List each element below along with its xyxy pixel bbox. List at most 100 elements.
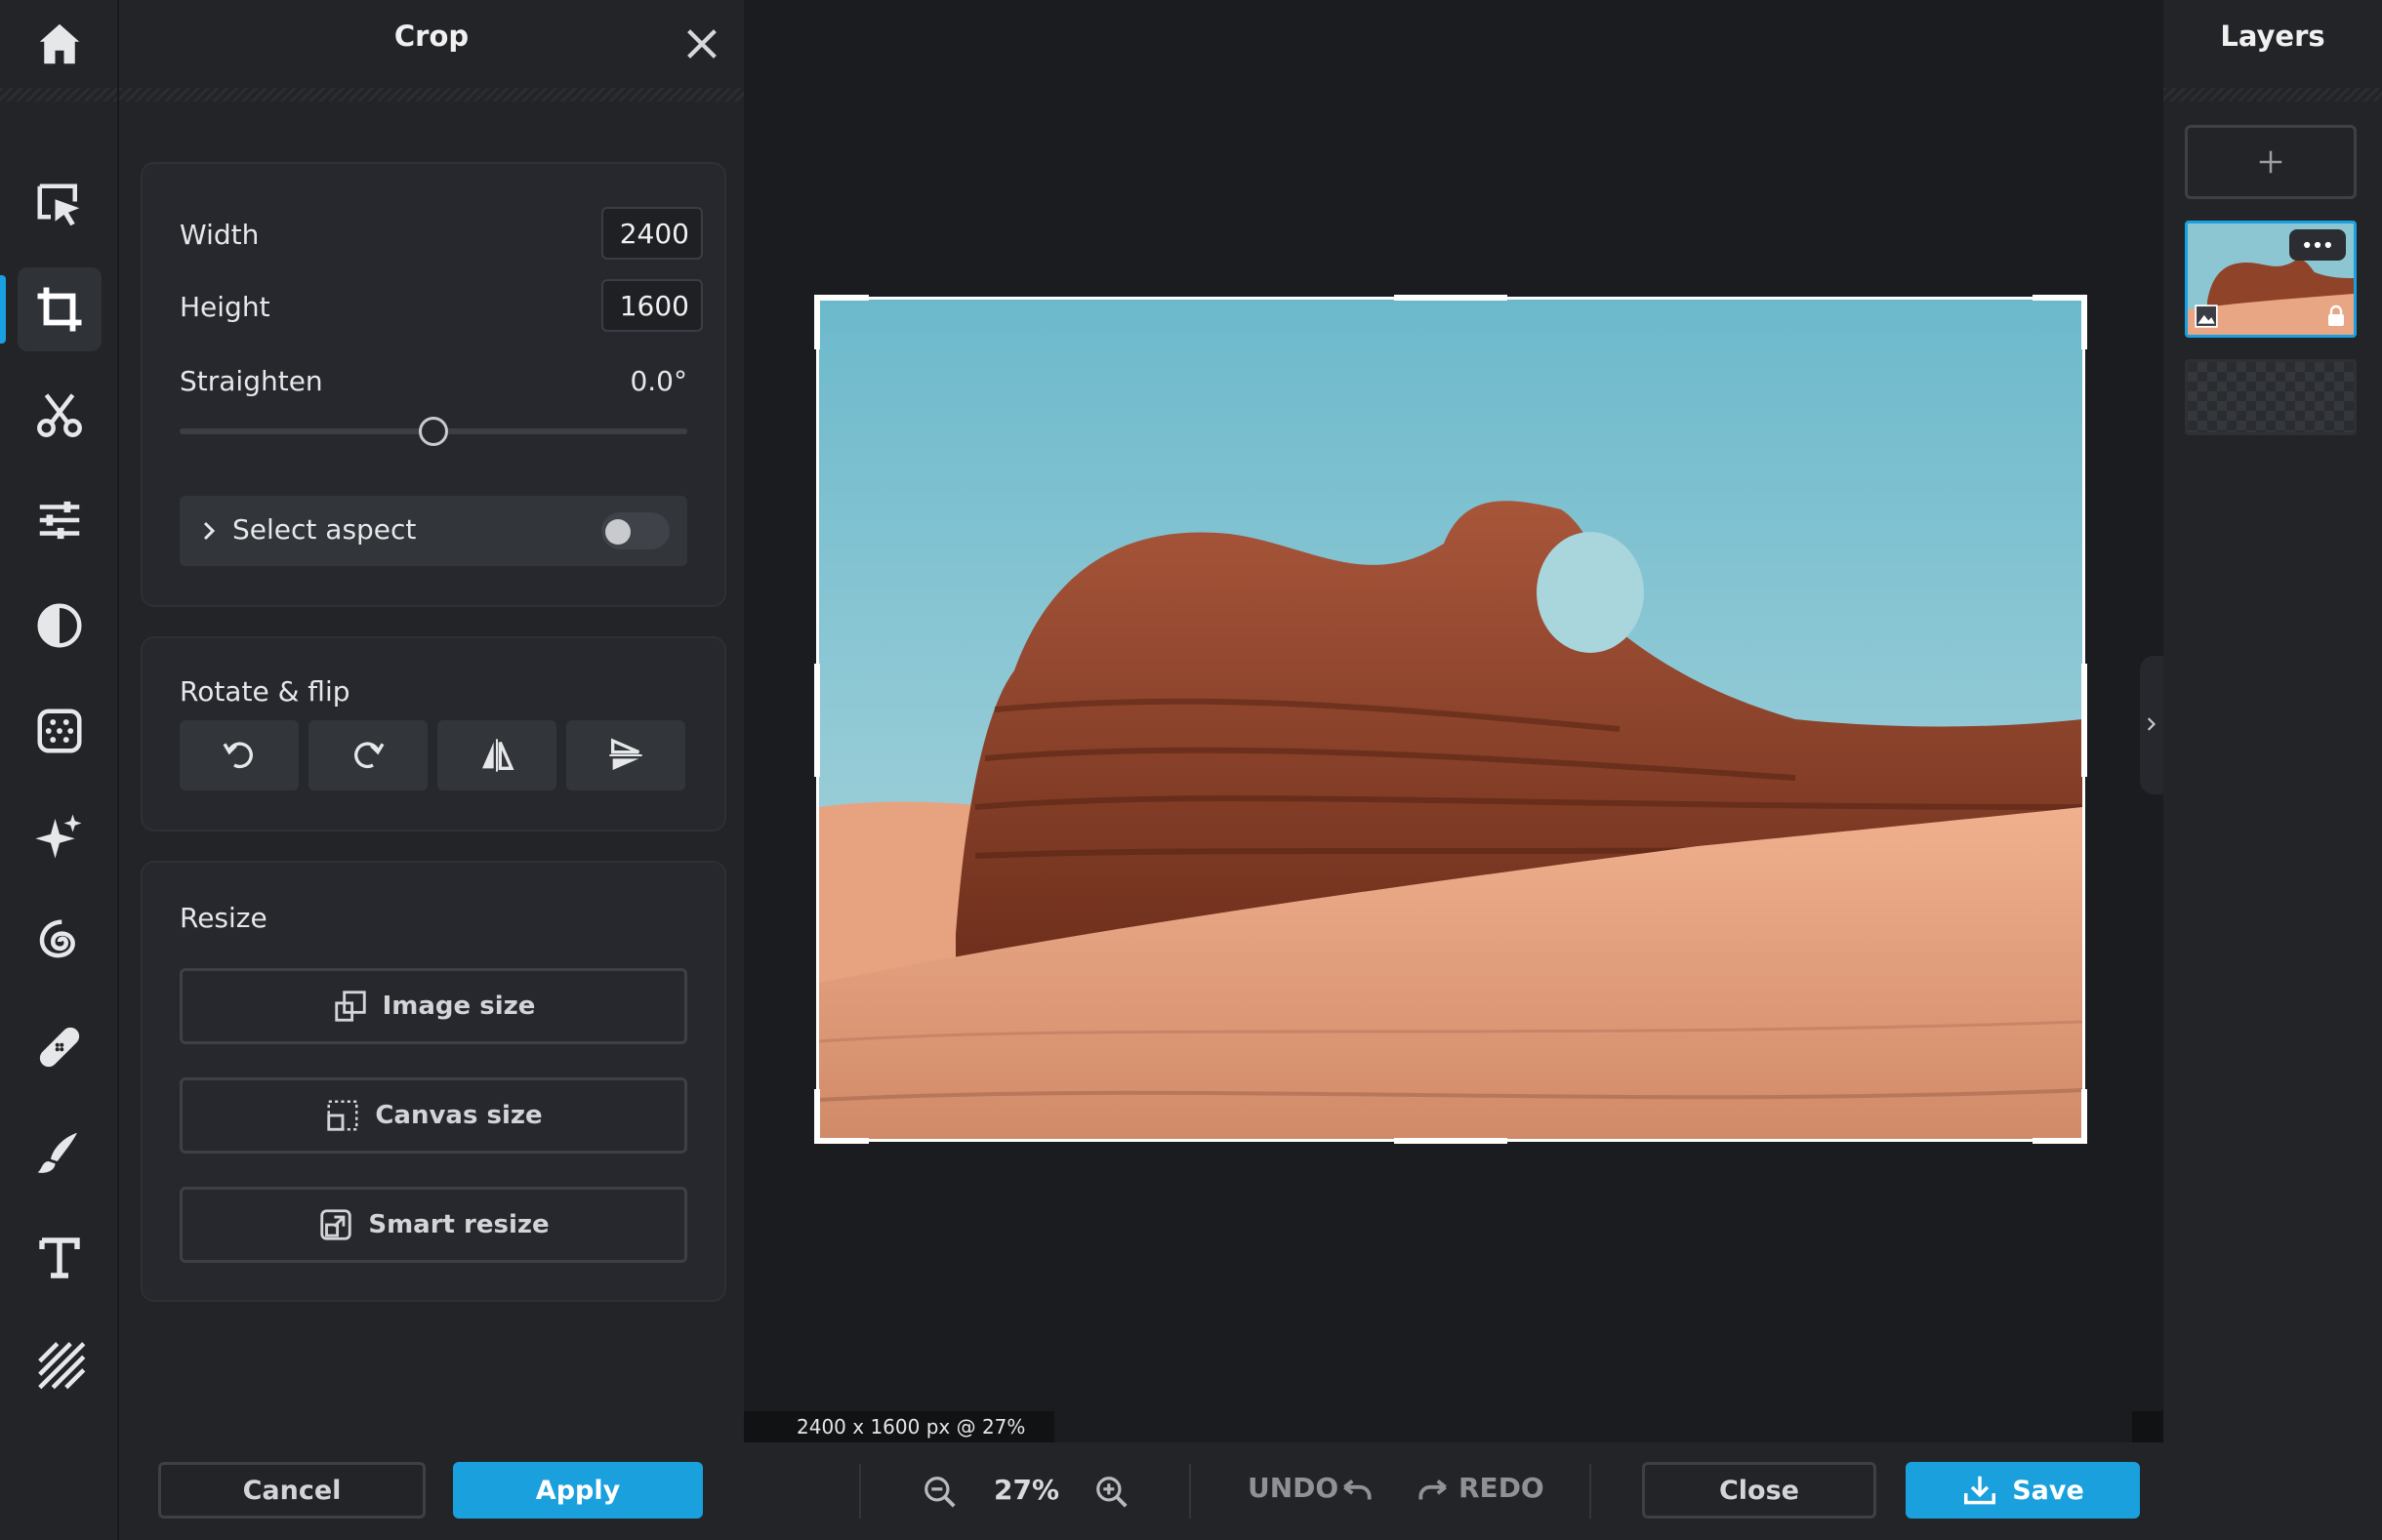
draw-tool-button[interactable]	[18, 1111, 102, 1195]
crop-tool-button[interactable]	[18, 267, 102, 351]
effects-tool-button[interactable]	[18, 689, 102, 773]
filter-tool-button[interactable]	[18, 584, 102, 668]
retouch-icon	[39, 1027, 80, 1068]
crop-panel: Crop Width 2400 Height 1600 Straighten 0…	[119, 0, 744, 1540]
resize-label: Resize	[180, 902, 267, 934]
rotate-right-button[interactable]	[308, 720, 428, 790]
redo-icon[interactable]	[1414, 1472, 1453, 1509]
liquify-icon	[39, 919, 75, 958]
image-size-button[interactable]: Image size	[180, 968, 687, 1044]
crop-handle-bottom-left-v[interactable]	[814, 1089, 820, 1144]
width-label: Width	[180, 219, 260, 251]
flip-vertical-icon	[609, 738, 642, 770]
crop-handle-top-right-v[interactable]	[2081, 295, 2087, 349]
crop-handle-bottom-right[interactable]	[2033, 1138, 2087, 1144]
effects-icon	[37, 709, 82, 753]
crop-handle-top[interactable]	[1394, 295, 1507, 301]
canvas-area[interactable]	[744, 0, 2163, 1442]
draw-icon	[37, 1132, 77, 1173]
cutout-tool-button[interactable]	[18, 373, 102, 457]
crop-handle-left[interactable]	[814, 664, 820, 777]
image-size-icon	[334, 991, 366, 1022]
chevron-right-icon	[2147, 717, 2156, 731]
filter-icon	[37, 603, 82, 648]
apply-button[interactable]: Apply	[453, 1462, 703, 1519]
crop-handle-top-left[interactable]	[814, 295, 869, 301]
retouch-tool-button[interactable]	[18, 1005, 102, 1089]
plus-icon	[2259, 150, 2282, 174]
home-button[interactable]	[18, 2, 102, 86]
magic-icon	[35, 814, 82, 859]
rotate-right-icon	[354, 742, 385, 769]
adjust-tool-button[interactable]	[18, 478, 102, 562]
more-icon	[2304, 241, 2331, 249]
straighten-slider-thumb[interactable]	[419, 417, 448, 446]
save-button[interactable]: Save	[1906, 1462, 2140, 1519]
flip-horizontal-button[interactable]	[437, 720, 556, 790]
image-status: 2400 x 1600 px @ 27%	[744, 1411, 1054, 1442]
height-label: Height	[180, 291, 270, 323]
straighten-label: Straighten	[180, 365, 323, 397]
crop-handle-bottom-right-v[interactable]	[2081, 1089, 2087, 1144]
text-tool-button[interactable]	[18, 1216, 102, 1300]
select-aspect-toggle[interactable]	[601, 512, 670, 549]
rotate-left-button[interactable]	[180, 720, 299, 790]
straighten-value: 0.0°	[630, 365, 687, 397]
smart-resize-button[interactable]: Smart resize	[180, 1187, 687, 1263]
cancel-button[interactable]: Cancel	[158, 1462, 426, 1519]
bottom-bar: Cancel Apply 27% UNDO REDO Close Save	[119, 1442, 2382, 1540]
image-layer-icon	[2195, 304, 2218, 328]
flip-vertical-button[interactable]	[566, 720, 685, 790]
separator	[1189, 1464, 1191, 1519]
layer-menu-button[interactable]	[2289, 229, 2346, 261]
crop-handle-top-right[interactable]	[2033, 295, 2087, 301]
home-icon	[39, 23, 80, 64]
height-input[interactable]: 1600	[601, 279, 703, 332]
crop-handle-top-left-v[interactable]	[814, 295, 820, 349]
rotate-flip-card: Rotate & flip	[141, 636, 726, 831]
undo-icon[interactable]	[1337, 1472, 1376, 1509]
crop-frame[interactable]	[816, 297, 2085, 1142]
crop-handle-bottom[interactable]	[1394, 1138, 1507, 1144]
crop-handle-bottom-left[interactable]	[814, 1138, 869, 1144]
layers-collapse-tab[interactable]	[2140, 656, 2163, 794]
smart-resize-label: Smart resize	[368, 1210, 550, 1239]
separator	[859, 1464, 861, 1519]
zoom-level: 27%	[994, 1474, 1060, 1506]
close-button[interactable]: Close	[1642, 1462, 1876, 1519]
rotate-left-icon	[223, 742, 253, 769]
redo-button[interactable]: REDO	[1458, 1472, 1544, 1504]
adjust-icon	[39, 501, 80, 540]
desert-photo	[819, 300, 2082, 1139]
rail-divider	[0, 88, 117, 101]
save-label: Save	[2012, 1475, 2084, 1506]
text-icon	[39, 1237, 80, 1278]
select-aspect-label: Select aspect	[232, 513, 417, 546]
ai-tool-button[interactable]	[18, 794, 102, 878]
lock-icon[interactable]	[2324, 304, 2348, 329]
undo-button[interactable]: UNDO	[1248, 1472, 1338, 1504]
active-tool-indicator	[0, 275, 6, 344]
resize-card: Resize Image size Canvas size Smart resi…	[141, 861, 726, 1302]
zoom-out-icon[interactable]	[922, 1474, 959, 1511]
layer-thumbnail[interactable]	[2185, 221, 2357, 338]
separator	[1589, 1464, 1591, 1519]
rotate-flip-label: Rotate & flip	[180, 675, 350, 708]
empty-layer-slot[interactable]	[2185, 359, 2357, 435]
cut-icon	[37, 393, 82, 437]
select-tool-button[interactable]	[18, 164, 102, 248]
dimensions-card: Width 2400 Height 1600 Straighten 0.0° S…	[141, 162, 726, 607]
width-input[interactable]: 2400	[601, 207, 703, 260]
crop-handle-right[interactable]	[2081, 664, 2087, 777]
texture-tool-button[interactable]	[18, 1321, 102, 1405]
crop-icon	[37, 287, 82, 332]
canvas-size-button[interactable]: Canvas size	[180, 1077, 687, 1154]
zoom-in-icon[interactable]	[1093, 1474, 1130, 1511]
layers-panel: Layers	[2163, 0, 2382, 1540]
add-layer-button[interactable]	[2185, 125, 2357, 199]
select-aspect-row[interactable]: Select aspect	[180, 496, 687, 566]
smart-resize-icon	[320, 1209, 352, 1240]
close-icon[interactable]	[679, 21, 724, 66]
liquify-tool-button[interactable]	[18, 900, 102, 984]
texture-icon	[38, 1342, 86, 1390]
